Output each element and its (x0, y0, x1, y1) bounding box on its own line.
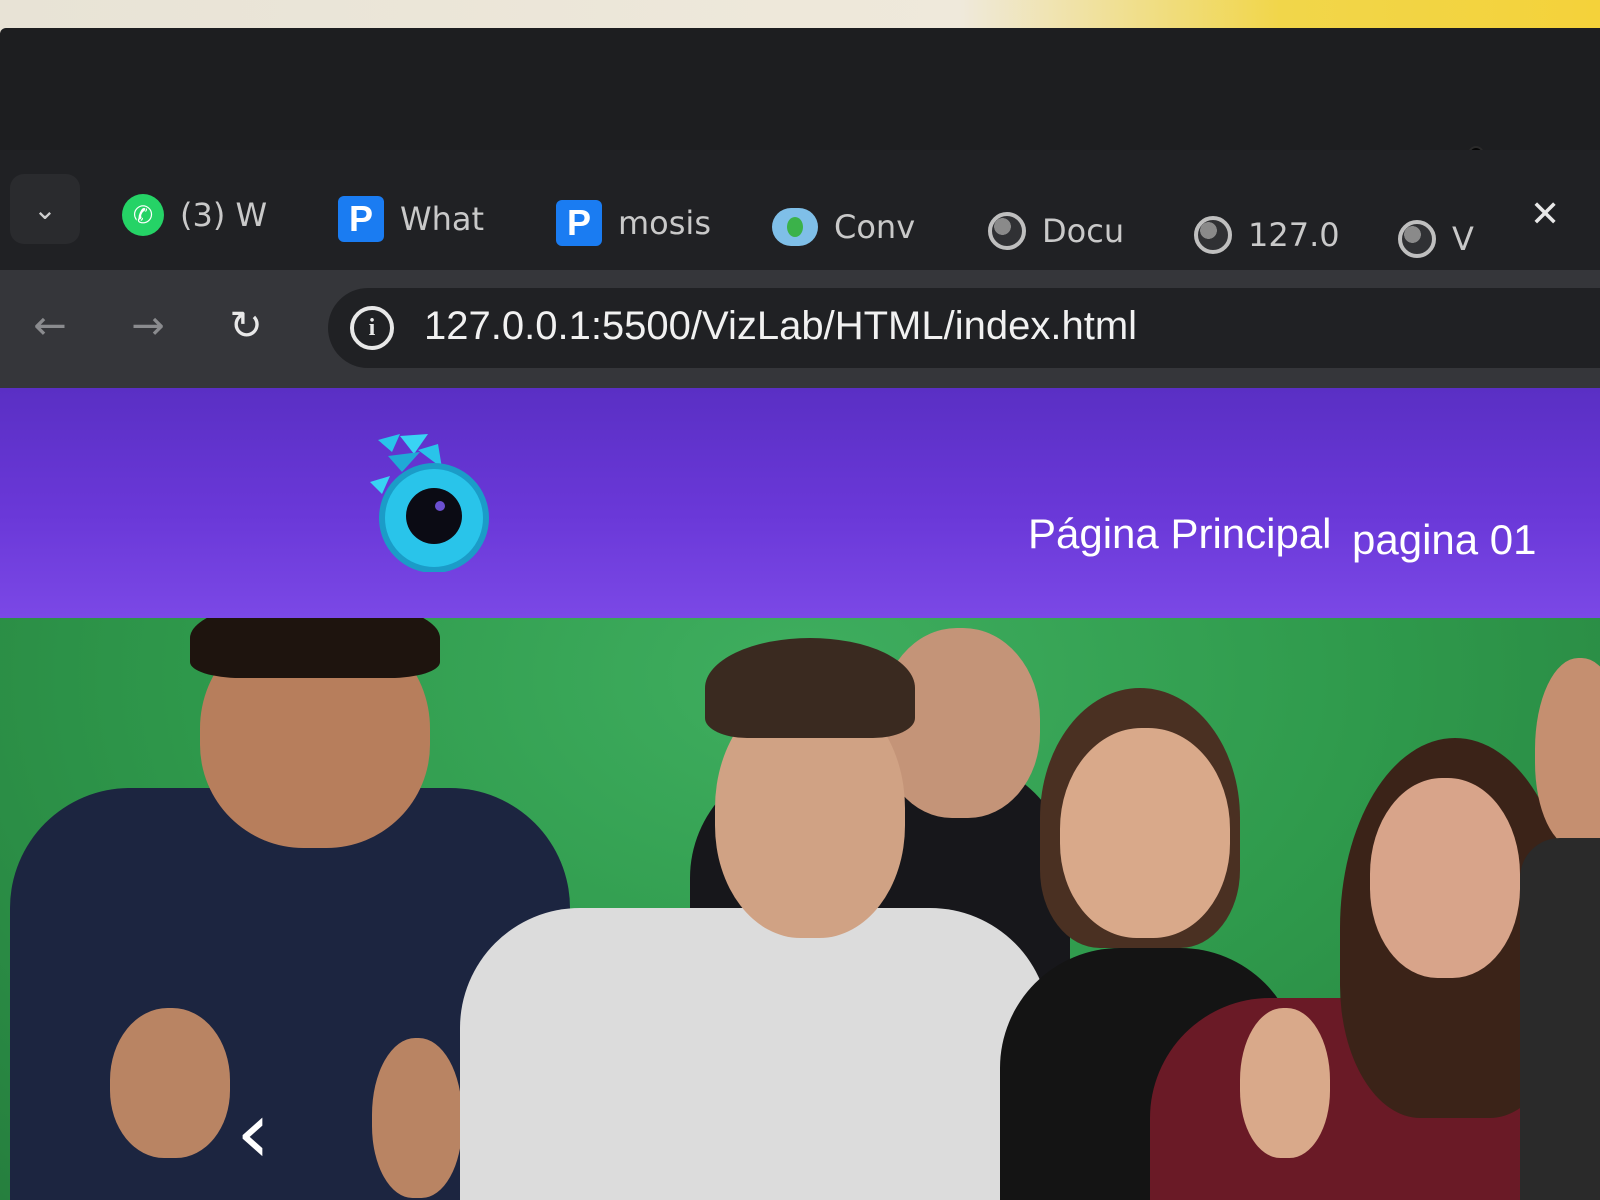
tab-conv[interactable]: Conv (772, 192, 932, 262)
chevron-down-icon: ⌄ (33, 192, 57, 226)
carousel-prev-button[interactable]: ‹ (236, 1088, 306, 1178)
tab-label: Docu (1042, 212, 1125, 250)
site-info-icon[interactable]: i (350, 306, 394, 350)
tab-mosis[interactable]: P mosis (556, 188, 726, 258)
tab-label: mosis (618, 204, 711, 242)
tab-search-button[interactable]: ⌄ (10, 174, 80, 244)
close-icon[interactable]: ✕ (1530, 194, 1560, 235)
globe-icon (1398, 220, 1436, 258)
eye-logo-icon[interactable] (370, 432, 500, 572)
tab-docu[interactable]: Docu (988, 196, 1148, 266)
tab-label: (3) W (180, 196, 268, 234)
tab-label: What (400, 200, 485, 238)
reload-button[interactable]: ↻ (216, 296, 276, 356)
tab-label: Conv (834, 208, 916, 246)
reload-icon: ↻ (229, 303, 263, 349)
tab-127[interactable]: 127.0 (1194, 200, 1344, 270)
browser-window: ⌄ ✆ (3) W P What P mosis Conv Docu 127.0 (0, 150, 1600, 1200)
address-bar[interactable]: i 127.0.0.1:5500/VizLab/HTML/index.html (328, 288, 1600, 368)
tab-what[interactable]: P What (338, 184, 508, 254)
tab-label: V (1452, 220, 1474, 258)
tab-label: 127.0 (1248, 216, 1340, 254)
back-button[interactable]: ← (20, 296, 80, 356)
tab-whatsapp[interactable]: ✆ (3) W (122, 180, 292, 250)
globe-icon (1194, 216, 1232, 254)
arrow-right-icon: → (131, 303, 165, 349)
cloud-icon (772, 208, 818, 246)
web-page: Página Principal pagina 01 ‹ (0, 388, 1600, 1200)
hero-carousel: ‹ (0, 618, 1600, 1200)
forward-button[interactable]: → (118, 296, 178, 356)
globe-icon (988, 212, 1026, 250)
nav-link-home[interactable]: Página Principal (1028, 510, 1332, 558)
p-app-icon: P (556, 200, 602, 246)
url-text[interactable]: 127.0.0.1:5500/VizLab/HTML/index.html (424, 304, 1137, 349)
nav-link-page-01[interactable]: pagina 01 (1352, 516, 1537, 564)
tab-active[interactable]: V (1398, 204, 1498, 274)
arrow-left-icon: ← (33, 303, 67, 349)
whatsapp-icon: ✆ (122, 194, 164, 236)
p-app-icon: P (338, 196, 384, 242)
tab-strip: ⌄ ✆ (3) W P What P mosis Conv Docu 127.0 (0, 150, 1600, 270)
site-header: Página Principal pagina 01 (0, 388, 1600, 618)
browser-toolbar: ← → ↻ i 127.0.0.1:5500/VizLab/HTML/index… (0, 270, 1600, 388)
